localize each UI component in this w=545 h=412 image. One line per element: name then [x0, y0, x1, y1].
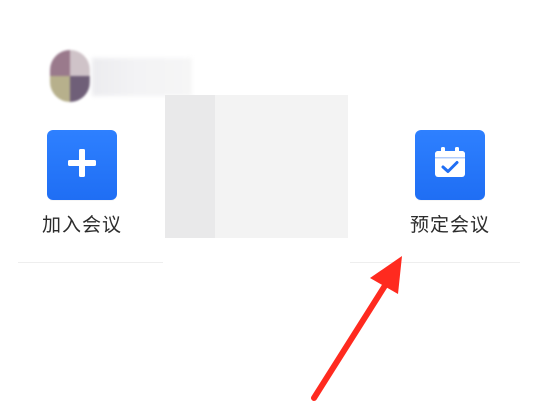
- divider: [18, 262, 163, 263]
- calendar-check-icon: [430, 143, 470, 187]
- meeting-home: 加入会议 预定会议: [0, 0, 545, 412]
- join-meeting-tile[interactable]: [47, 130, 117, 200]
- red-arrow-annotation-icon: [311, 256, 402, 401]
- schedule-meeting-button[interactable]: 预定会议: [403, 130, 497, 237]
- redacted-area: [165, 95, 348, 238]
- schedule-meeting-label: 预定会议: [409, 214, 490, 236]
- plus-icon: [65, 146, 99, 184]
- schedule-meeting-tile[interactable]: [415, 130, 485, 200]
- avatar-blurred: [50, 50, 90, 102]
- join-meeting-label: 加入会议: [41, 214, 122, 236]
- username-blurred: [92, 58, 192, 96]
- join-meeting-button[interactable]: 加入会议: [36, 130, 128, 237]
